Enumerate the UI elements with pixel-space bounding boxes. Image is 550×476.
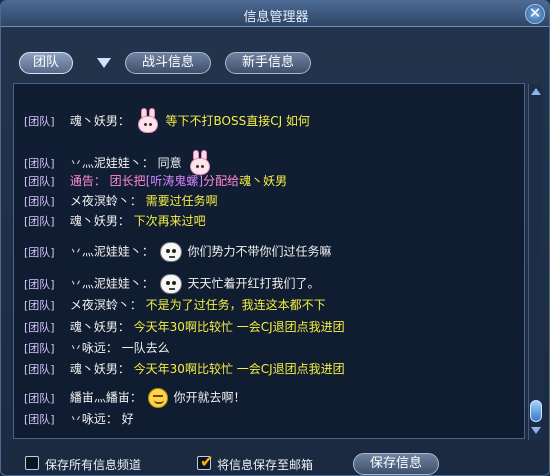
save-info-button[interactable]: 保存信息 [353,453,439,475]
channel-tag: [团队] [24,277,55,291]
scroll-down-icon[interactable] [531,427,541,434]
face-icon [159,242,182,262]
close-button[interactable]: ✕ [525,4,545,24]
system-notice-label: 通告： [69,174,106,188]
tab-newbie-info[interactable]: 新手信息 [225,52,311,74]
title-bar[interactable]: 信息管理器 ✕ [1,1,549,27]
tab-battle-info[interactable]: 战斗信息 [125,52,211,74]
chat-message: [团队] 魂丶妖男： 下次再来过吧 [24,212,206,230]
chat-message: [团队] 丷灬泥娃娃丶： 你们势力不带你们过任务嘛 [24,242,332,262]
chat-message: [团队] 丷灬泥娃娃丶： 同意 [24,150,214,175]
chat-log[interactable]: [团队] 魂丶妖男： 等下不打BOSS直接CJ 如何 [团队] 丷灬泥娃娃丶： … [13,83,525,439]
footer-bar: 保存所有信息频道 ✔ 将信息保存至邮箱 保存信息 [1,447,549,475]
sender-name[interactable]: 丷灬泥娃娃丶： [70,277,154,291]
sender-name[interactable]: 丷灬泥娃娃丶： [70,245,154,259]
info-manager-window: 信息管理器 ✕ 团队 战斗信息 新手信息 [团队] 魂丶妖男： 等下不打BOSS… [0,0,550,476]
message-text: 同意 [157,156,182,170]
channel-tag: [团队] [24,157,55,170]
message-text: 等下不打BOSS直接CJ 如何 [165,114,310,128]
message-text: 好 [121,412,134,426]
message-text: 你们势力不带你们过任务嘛 [187,244,332,259]
sender-name[interactable]: 魂丶妖男： [70,114,130,128]
close-icon: ✕ [528,4,542,22]
chat-message: [团队] 丷灬泥娃娃丶： 天天忙着开红打我们了。 [24,274,320,294]
message-text: 分配给 [203,174,240,188]
channel-tag: [团队] [24,245,55,259]
chat-message: [团队] メ夜溟蛉丶： 需要过任务啊 [24,192,218,210]
tab-bar: 团队 战斗信息 新手信息 [11,49,527,79]
save-to-mail-checkbox[interactable]: ✔ [197,452,213,471]
chat-message: [团队] 通告： 团长把[听涛鬼螺]分配给魂丶妖男 [24,172,287,190]
chat-message: [团队] メ夜溟蛉丶： 不是为了过任务，我连这本都不下 [24,296,326,314]
message-text: 你开就去啊！ [173,390,246,405]
message-text: 一队去么 [121,341,170,355]
face-icon [159,274,182,294]
chevron-down-icon[interactable] [97,58,111,68]
scroll-up-icon[interactable] [531,88,541,95]
save-all-channels-checkbox[interactable] [25,456,39,470]
checkmark-icon: ✔ [200,452,214,471]
target-name[interactable]: 魂丶妖男 [239,174,287,188]
channel-tag: [团队] [24,321,55,334]
item-link[interactable]: [听涛鬼螺] [146,174,203,188]
message-text: 天天忙着开红打我们了。 [187,276,320,291]
sender-name[interactable]: 魂丶妖男： [70,214,130,228]
message-text: 下次再来过吧 [133,214,206,228]
chat-message: [团队] 繙峀灬繙峀： 你开就去啊！ [24,388,246,408]
chat-message: [团队] 丷咏远： 一队去么 [24,339,170,357]
chat-message: [团队] 丷咏远： 好 [24,410,134,428]
message-text: 今天年30啊比较忙 一会CJ退团点我进团 [133,362,345,376]
sender-name[interactable]: 丷灬泥娃娃丶： [70,156,154,170]
channel-tag: [团队] [24,175,55,188]
smile-icon [147,388,168,408]
save-all-channels-label[interactable]: 保存所有信息频道 [45,456,141,473]
rabbit-icon [136,108,160,135]
channel-tag: [团队] [24,215,55,228]
message-text: 团长把 [109,174,146,188]
message-text: 今天年30啊比较忙 一会CJ退团点我进团 [133,320,345,334]
sender-name[interactable]: 繙峀灬繙峀： [70,391,142,405]
channel-tag: [团队] [24,299,55,312]
channel-tag: [团队] [24,342,55,355]
sender-name[interactable]: メ夜溟蛉丶： [70,298,142,312]
sender-name[interactable]: 丷咏远： [70,341,118,355]
chat-message: [团队] 魂丶妖男： 今天年30啊比较忙 一会CJ退团点我进团 [24,318,345,336]
tab-team[interactable]: 团队 [19,52,73,74]
chat-message: [团队] 魂丶妖男： 等下不打BOSS直接CJ 如何 [24,108,310,133]
sender-name[interactable]: 魂丶妖男： [70,320,130,334]
channel-tag: [团队] [24,115,55,128]
chat-scrollbar[interactable] [528,84,542,440]
window-title: 信息管理器 [243,10,309,25]
sender-name[interactable]: 丷咏远： [70,412,118,426]
chat-message: [团队] 魂丶妖男： 今天年30啊比较忙 一会CJ退团点我进团 [24,360,345,378]
message-text: 需要过任务啊 [145,194,218,208]
channel-tag: [团队] [24,363,55,376]
sender-name[interactable]: メ夜溟蛉丶： [70,194,142,208]
scroll-thumb[interactable] [530,400,542,422]
channel-tag: [团队] [24,391,55,405]
channel-tag: [团队] [24,195,55,208]
channel-tag: [团队] [24,413,55,426]
save-to-mail-label[interactable]: 将信息保存至邮箱 [217,456,313,473]
message-text: 不是为了过任务，我连这本都不下 [145,298,326,312]
sender-name[interactable]: 魂丶妖男： [70,362,130,376]
